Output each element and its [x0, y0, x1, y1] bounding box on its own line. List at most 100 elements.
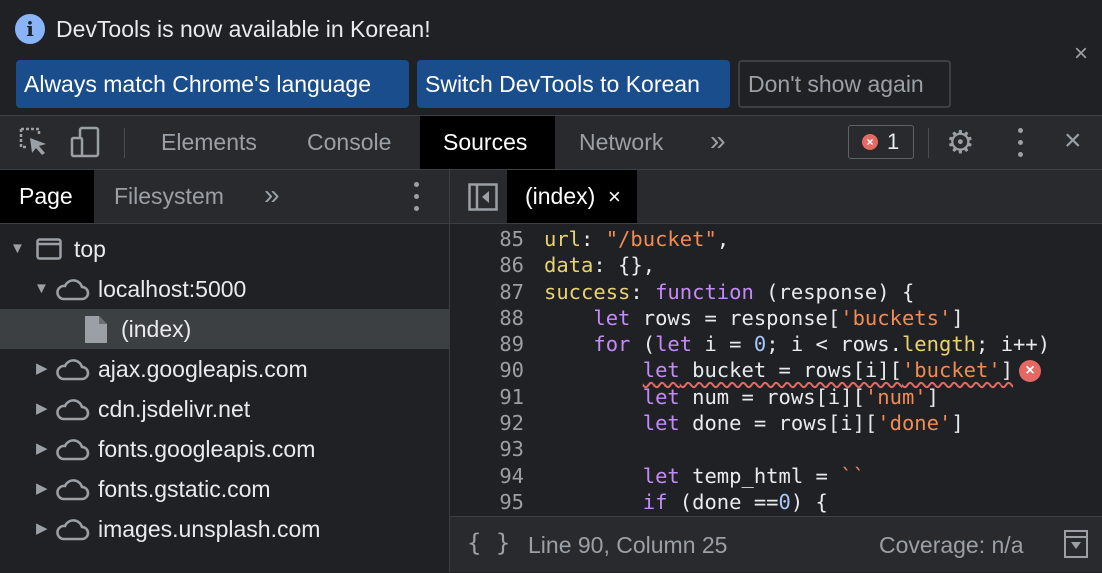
pretty-print-icon[interactable]: { }: [467, 529, 510, 557]
error-count: 1: [887, 129, 900, 154]
file-icon: [85, 316, 107, 343]
tree-item-label: images.unsplash.com: [98, 516, 321, 542]
tree-item-label: top: [74, 236, 106, 262]
code-text: let num = rows[i]['num']: [642, 384, 939, 409]
tree-item-label: fonts.googleapis.com: [98, 436, 316, 462]
inline-error-icon[interactable]: ×: [1019, 360, 1042, 383]
tree-item-domain[interactable]: ▶ ajax.googleapis.com: [0, 349, 449, 389]
line-number: 88: [499, 305, 524, 330]
tab-filesystem[interactable]: Filesystem: [95, 170, 243, 223]
code-line-error: 90 let bucket = rows[i]['bucket'] ×: [450, 357, 1102, 383]
info-icon: i: [15, 14, 45, 44]
code-line: 94 let temp_html = ``: [450, 463, 1102, 489]
settings-gear-icon[interactable]: ⚙: [946, 126, 975, 158]
collapsed-triangle-icon[interactable]: ▶: [36, 429, 48, 469]
cloud-icon: [56, 519, 90, 541]
line-number: 91: [499, 384, 524, 409]
tree-item-label: localhost:5000: [98, 276, 247, 302]
error-count-badge[interactable]: × 1: [848, 125, 914, 159]
tab-elements[interactable]: Elements: [138, 116, 280, 169]
code-line: 88 let rows = response['buckets']: [450, 305, 1102, 331]
code-line: 85 url: "/bucket",: [450, 226, 1102, 252]
inspect-element-icon[interactable]: [18, 126, 50, 158]
code-line: 91 let num = rows[i]['num']: [450, 384, 1102, 410]
frame-icon: [36, 238, 62, 260]
more-options-icon[interactable]: [1018, 128, 1024, 158]
toggle-navigator-icon[interactable]: [468, 183, 498, 211]
dont-show-again-button[interactable]: Don't show again: [738, 60, 951, 108]
tree-item-label: (index): [121, 316, 192, 342]
toolbar-divider: [124, 128, 125, 158]
infobar-message: DevTools is now available in Korean!: [56, 16, 431, 42]
tree-item-index[interactable]: (index): [0, 309, 449, 349]
expanded-triangle-icon[interactable]: ▼: [10, 229, 25, 269]
tree-item-domain[interactable]: ▶ fonts.googleapis.com: [0, 429, 449, 469]
main-toolbar: Elements Console Sources Network » × 1 ⚙…: [0, 116, 1102, 170]
tree-item-domain[interactable]: ▶ fonts.gstatic.com: [0, 469, 449, 509]
device-toolbar-icon[interactable]: [70, 126, 102, 158]
cloud-icon: [56, 279, 90, 301]
line-number: 95: [499, 489, 524, 514]
tree-item-localhost[interactable]: ▼ localhost:5000: [0, 269, 449, 309]
cloud-icon: [56, 439, 90, 461]
coverage-toggle-icon[interactable]: [1064, 530, 1088, 558]
line-number: 85: [499, 227, 524, 251]
tree-item-top[interactable]: ▼ top: [0, 229, 449, 269]
close-devtools-icon[interactable]: ×: [1064, 124, 1082, 158]
code-text: url: "/bucket",: [544, 227, 730, 251]
code-text: let bucket = rows[i]['bucket'] ×: [544, 357, 1042, 383]
tree-item-domain[interactable]: ▶ images.unsplash.com: [0, 509, 449, 549]
expanded-triangle-icon[interactable]: ▼: [34, 269, 49, 309]
cloud-icon: [56, 479, 90, 501]
cloud-icon: [56, 399, 90, 421]
line-number: 90: [499, 358, 524, 383]
code-text: let done = rows[i]['done']: [642, 411, 964, 436]
collapsed-triangle-icon[interactable]: ▶: [36, 389, 48, 429]
always-match-language-button[interactable]: Always match Chrome's language: [16, 60, 409, 108]
toolbar-divider: [928, 128, 929, 158]
tab-console[interactable]: Console: [284, 116, 414, 169]
tab-network[interactable]: Network: [556, 116, 686, 169]
code-editor[interactable]: 85 url: "/bucket", 86 data: {}, 87 success:…: [450, 224, 1102, 515]
code-text: let rows = response['buckets']: [593, 305, 964, 330]
collapsed-triangle-icon[interactable]: ▶: [36, 469, 48, 509]
editor-tab-index[interactable]: (index) ×: [507, 170, 637, 223]
collapsed-triangle-icon[interactable]: ▶: [36, 509, 48, 549]
code-line: 92 let done = rows[i]['done']: [450, 410, 1102, 436]
tab-page[interactable]: Page: [0, 170, 94, 223]
line-number: 87: [499, 279, 524, 304]
code-text: let temp_html = ``: [642, 463, 865, 488]
line-number: 92: [499, 411, 524, 436]
line-number: 86: [499, 253, 524, 278]
tree-item-label: fonts.gstatic.com: [98, 476, 271, 502]
language-infobar: i DevTools is now available in Korean! ×…: [0, 0, 1102, 116]
editor-statusbar: { } Line 90, Column 25 Coverage: n/a: [450, 516, 1102, 572]
close-infobar-icon[interactable]: ×: [1074, 42, 1088, 66]
editor-tab-label: (index): [525, 183, 596, 209]
code-line: 95 if (done ==0) {: [450, 489, 1102, 515]
cursor-position: Line 90, Column 25: [528, 532, 728, 558]
tree-item-label: ajax.googleapis.com: [98, 356, 308, 382]
tab-sources[interactable]: Sources: [420, 116, 555, 169]
code-line: 87 success: function (response) {: [450, 279, 1102, 305]
switch-to-korean-button[interactable]: Switch DevTools to Korean: [417, 60, 730, 108]
tree-item-domain[interactable]: ▶ cdn.jsdelivr.net: [0, 389, 449, 429]
line-number: 94: [499, 463, 524, 488]
cloud-icon: [56, 359, 90, 381]
line-number: 93: [499, 437, 524, 462]
close-tab-icon[interactable]: ×: [608, 170, 621, 223]
editor-tabbar: (index) ×: [450, 170, 1102, 224]
collapsed-triangle-icon[interactable]: ▶: [36, 349, 48, 389]
code-text: if (done ==0) {: [642, 489, 828, 514]
code-text: success: function (response) {: [544, 279, 915, 304]
navigator-tabbar: Page Filesystem »: [0, 170, 449, 224]
error-icon: ×: [862, 134, 878, 150]
code-text: for (let i = 0; i < rows.length; i++): [593, 332, 1051, 357]
code-line: 93: [450, 436, 1102, 462]
code-line: 86 data: {},: [450, 252, 1102, 278]
coverage-status: Coverage: n/a: [879, 532, 1024, 558]
navigator-menu-icon[interactable]: [414, 182, 420, 212]
file-tree: ▼ top ▼ localhost:5000 (index) ▶ ajax.go…: [0, 229, 449, 549]
more-tabs-chevron-icon[interactable]: »: [710, 116, 726, 169]
more-navigator-tabs-chevron-icon[interactable]: »: [264, 170, 280, 223]
